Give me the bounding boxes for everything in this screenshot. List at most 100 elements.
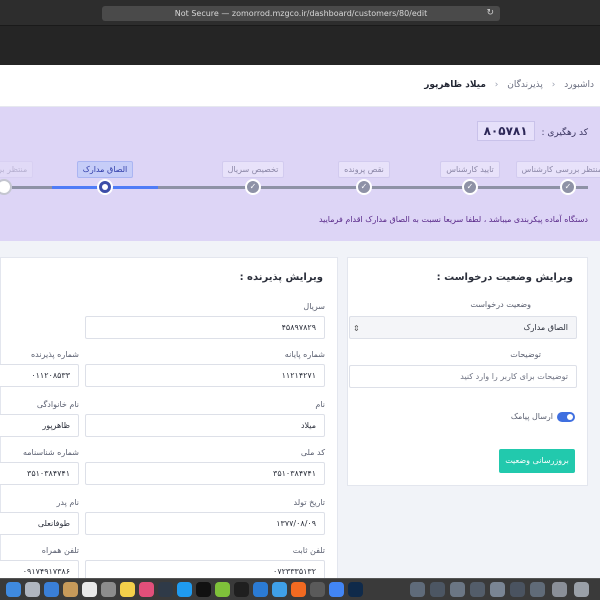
tracking-label: کد رهگیری :: [541, 128, 588, 138]
current-step-icon: [97, 179, 113, 195]
check-icon: ✓: [245, 179, 261, 195]
breadcrumb: داشبورد ‹ پذیرندگان ‹ میلاد ظاهرپور: [0, 65, 600, 107]
status-label: وضعیت درخواست: [470, 300, 531, 309]
description-input[interactable]: توضیحات برای کاربر را وارد کنید: [349, 365, 577, 388]
acceptor-value: ۰۱۱۲۰۸۵۳۳: [31, 371, 70, 380]
phone-label: تلفن ثابت: [292, 546, 325, 555]
minimized-window-icon[interactable]: [510, 582, 525, 597]
app-icon[interactable]: [310, 582, 325, 597]
description-label: توضیحات: [510, 350, 541, 359]
tracking-value: ۸۰۵۷۸۱: [476, 121, 535, 141]
sms-label: ارسال پیامک: [510, 412, 553, 421]
minimized-window-icon[interactable]: [490, 582, 505, 597]
minimized-window-icon[interactable]: [430, 582, 445, 597]
photoshop-icon[interactable]: [348, 582, 363, 597]
birthdate-label: تاریخ تولد: [293, 498, 325, 507]
breadcrumb-separator: ‹: [551, 80, 556, 90]
mobile-input[interactable]: ۰۹۱۷۴۹۱۷۳۸۶: [0, 560, 79, 578]
address-bar[interactable]: Not Secure — zomorrod.mzgco.ir/dashboard…: [102, 6, 500, 21]
step-file-defect: نقص پرونده ✓: [324, 157, 404, 195]
national-code-value: ۳۵۱۰۳۸۴۷۴۱: [273, 469, 316, 478]
phone-value: ۰۷۲۳۳۳۵۱۳۲: [273, 567, 316, 576]
step-label: تایید کارشناس: [440, 161, 500, 178]
terminal-icon[interactable]: [196, 582, 211, 597]
firstname-value: میلاد: [300, 421, 316, 430]
browser-chrome: Not Secure — zomorrod.mzgco.ir/dashboard…: [0, 0, 600, 65]
minimized-window-icon[interactable]: [410, 582, 425, 597]
minimized-window-icon[interactable]: [530, 582, 545, 597]
father-name-input[interactable]: طوفانعلی: [0, 512, 79, 535]
id-number-label: شماره شناسنامه: [22, 448, 79, 457]
birthdate-input[interactable]: ۱۳۷۷/۰۸/۰۹: [85, 512, 325, 535]
firefox-icon[interactable]: [291, 582, 306, 597]
update-status-button[interactable]: بروزرسانی وضعیت: [499, 449, 575, 473]
step-expert-approve: تایید کارشناس ✓: [430, 157, 510, 195]
lastname-label: نام خانوادگی: [36, 400, 79, 409]
mobile-label: تلفن همراه: [41, 546, 79, 555]
system-preferences-icon[interactable]: [158, 582, 173, 597]
terminal-input[interactable]: ۱۱۲۱۴۲۷۱: [85, 364, 325, 387]
safari-icon[interactable]: [44, 582, 59, 597]
step-label: الصاق مدارک: [76, 161, 134, 178]
step-expert-review: منتظر بررسی کارشناس ✓: [515, 157, 600, 195]
status-select-value: الصاق مدارک: [523, 323, 568, 332]
step-label: منتظر بررسی: [0, 161, 34, 178]
step-label: نقص پرونده: [338, 161, 390, 178]
reminders-icon[interactable]: [101, 582, 116, 597]
notice-message: دستگاه آماده پیکربندی میباشد ، لطفا سریع…: [318, 215, 588, 224]
father-name-label: نام پدر: [56, 498, 79, 507]
acceptor-input[interactable]: ۰۱۱۲۰۸۵۳۳: [0, 364, 79, 387]
stickies-icon[interactable]: [120, 582, 135, 597]
birthdate-value: ۱۳۷۷/۰۸/۰۹: [276, 519, 316, 528]
phone-input[interactable]: ۰۷۲۳۳۳۵۱۳۲: [85, 560, 325, 578]
downloads-icon[interactable]: [552, 582, 567, 597]
check-icon: ✓: [560, 179, 576, 195]
national-code-label: کد ملی: [300, 448, 325, 457]
father-name-value: طوفانعلی: [37, 519, 70, 528]
step-attach-documents: الصاق مدارک: [65, 157, 145, 195]
national-code-input[interactable]: ۳۵۱۰۳۸۴۷۴۱: [85, 462, 325, 485]
pending-step-icon: [0, 179, 12, 195]
firstname-input[interactable]: میلاد: [85, 414, 325, 437]
mobile-value: ۰۹۱۷۴۹۱۷۳۸۶: [22, 567, 70, 576]
lastname-input[interactable]: ظاهرپور: [0, 414, 79, 437]
finder-icon[interactable]: [6, 582, 21, 597]
status-select[interactable]: الصاق مدارک ⇕: [349, 316, 577, 339]
status-stepper: منتظر بررسی کارشناس ✓ تایید کارشناس ✓ نق…: [0, 157, 600, 207]
step-label: تخصیص سریال: [221, 161, 285, 178]
dock: [0, 578, 600, 600]
card-title: ویرایش پذیرنده :: [239, 272, 323, 283]
step-serial-assign: تخصیص سریال ✓: [213, 157, 293, 195]
terminal-value: ۱۱۲۱۴۲۷۱: [281, 371, 316, 380]
minimized-window-icon[interactable]: [450, 582, 465, 597]
status-edit-card: ویرایش وضعیت درخواست : وضعیت درخواست الص…: [347, 257, 588, 486]
id-number-value: ۳۵۱۰۳۸۴۷۴۱: [27, 469, 70, 478]
page: داشبورد ‹ پذیرندگان ‹ میلاد ظاهرپور کد ر…: [0, 65, 600, 578]
chrome-icon[interactable]: [329, 582, 344, 597]
card-title: ویرایش وضعیت درخواست :: [436, 272, 573, 283]
app-store-icon[interactable]: [177, 582, 192, 597]
minimized-window-icon[interactable]: [470, 582, 485, 597]
android-studio-icon[interactable]: [215, 582, 230, 597]
notes-icon[interactable]: [63, 582, 78, 597]
reload-icon[interactable]: ↻: [486, 6, 494, 21]
launchpad-icon[interactable]: [25, 582, 40, 597]
trash-icon[interactable]: [574, 582, 589, 597]
xcode-icon[interactable]: [272, 582, 287, 597]
breadcrumb-dashboard[interactable]: داشبورد: [564, 80, 594, 90]
vscode-icon[interactable]: [253, 582, 268, 597]
photos-icon[interactable]: [139, 582, 154, 597]
breadcrumb-receivers[interactable]: پذیرندگان: [507, 80, 543, 90]
unity-icon[interactable]: [234, 582, 249, 597]
id-number-input[interactable]: ۳۵۱۰۳۸۴۷۴۱: [0, 462, 79, 485]
serial-input[interactable]: ۴۵۸۹۷۸۲۹: [85, 316, 325, 339]
terminal-label: شماره پایانه: [284, 350, 325, 359]
step-pending-review: منتظر بررسی: [0, 157, 44, 195]
calendar-icon[interactable]: [82, 582, 97, 597]
browser-titlebar: Not Secure — zomorrod.mzgco.ir/dashboard…: [0, 0, 600, 26]
sms-toggle[interactable]: [557, 412, 575, 422]
check-icon: ✓: [462, 179, 478, 195]
firstname-label: نام: [315, 400, 325, 409]
breadcrumb-separator: ‹: [494, 80, 499, 90]
lastname-value: ظاهرپور: [42, 421, 70, 430]
